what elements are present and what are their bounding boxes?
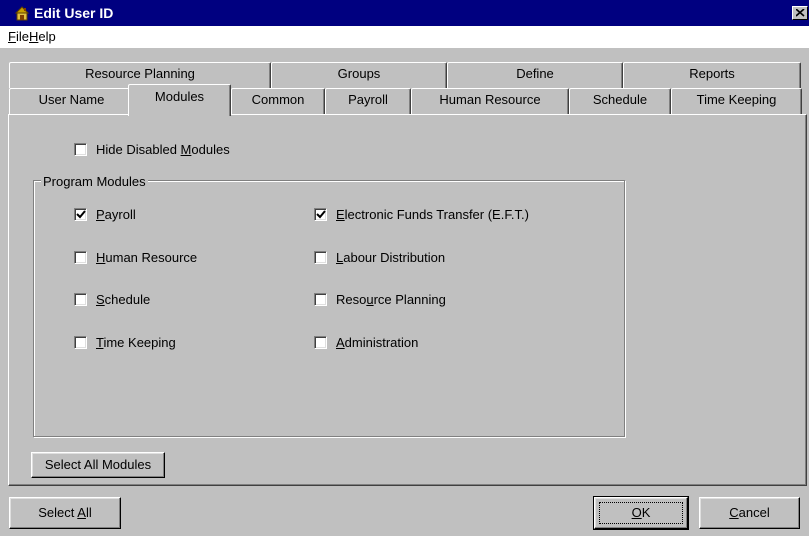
menu-help[interactable]: Help [29, 29, 56, 44]
time-keeping-checkbox[interactable] [74, 336, 87, 349]
tab-define[interactable]: Define [447, 62, 623, 88]
hide-disabled-modules-checkbox[interactable] [74, 143, 87, 156]
title-bar[interactable]: Edit User ID [0, 0, 809, 26]
select-all-button[interactable]: Select All [9, 497, 121, 529]
menu-bar: File Help [0, 26, 809, 48]
app-house-icon [14, 5, 30, 21]
tab-time-keeping[interactable]: Time Keeping [671, 88, 802, 114]
schedule-label[interactable]: Schedule [96, 292, 150, 307]
labour-distribution-label[interactable]: Labour Distribution [336, 250, 445, 265]
time-keeping-label[interactable]: Time Keeping [96, 335, 176, 350]
human-resource-checkbox[interactable] [74, 251, 87, 264]
window-title: Edit User ID [34, 5, 114, 21]
tab-payroll[interactable]: Payroll [325, 88, 411, 114]
tab-modules[interactable]: Modules [128, 84, 231, 116]
resource-planning-label[interactable]: Resource Planning [336, 292, 446, 307]
menu-file[interactable]: File [8, 29, 29, 44]
close-button[interactable] [792, 6, 808, 20]
select-all-modules-button[interactable]: Select All Modules [31, 452, 165, 478]
eft-checkbox[interactable] [314, 208, 327, 221]
eft-label[interactable]: Electronic Funds Transfer (E.F.T.) [336, 207, 529, 222]
human-resource-label[interactable]: Human Resource [96, 250, 197, 265]
ok-button[interactable]: OK [593, 496, 689, 530]
tab-reports[interactable]: Reports [623, 62, 801, 88]
hide-disabled-modules-label[interactable]: Hide Disabled Modules [96, 142, 230, 157]
payroll-checkbox[interactable] [74, 208, 87, 221]
administration-checkbox[interactable] [314, 336, 327, 349]
schedule-checkbox[interactable] [74, 293, 87, 306]
resource-planning-checkbox[interactable] [314, 293, 327, 306]
tab-groups[interactable]: Groups [271, 62, 447, 88]
payroll-label[interactable]: Payroll [96, 207, 136, 222]
program-modules-title: Program Modules [41, 174, 148, 189]
focus-rect [599, 502, 683, 524]
check-icon [76, 210, 86, 219]
labour-distribution-checkbox[interactable] [314, 251, 327, 264]
tab-user-name[interactable]: User Name [9, 88, 134, 114]
tab-human-resource[interactable]: Human Resource [411, 88, 569, 114]
cancel-button[interactable]: Cancel [699, 497, 800, 529]
tab-common[interactable]: Common [231, 88, 325, 114]
tab-schedule[interactable]: Schedule [569, 88, 671, 114]
administration-label[interactable]: Administration [336, 335, 418, 350]
check-icon [316, 210, 326, 219]
